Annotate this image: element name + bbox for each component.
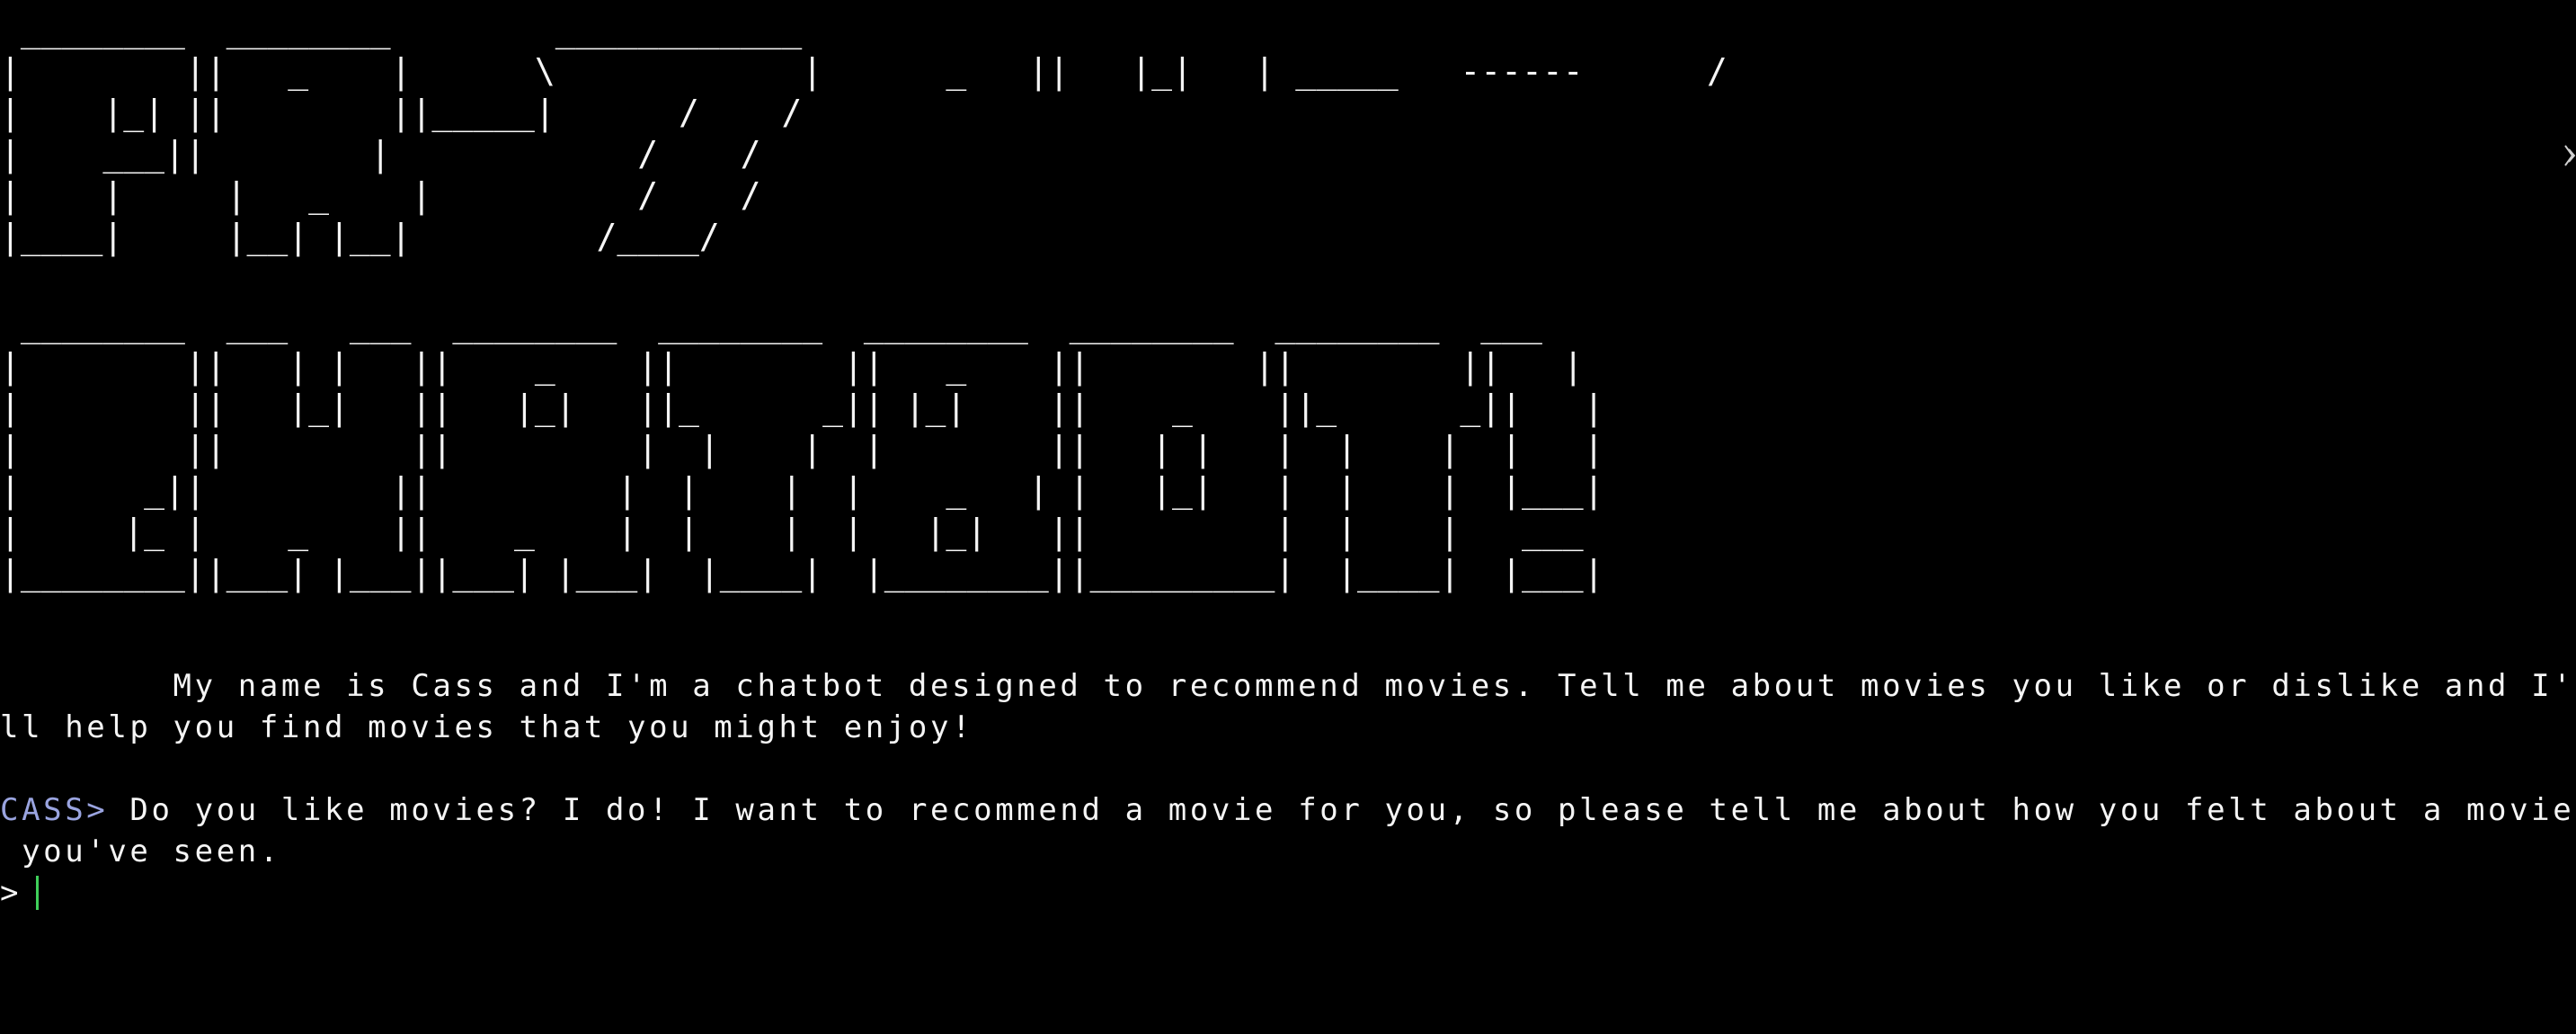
terminal-window[interactable]: ________ ________ ____________ | || _ | … xyxy=(0,0,2576,1034)
intro-text-line-1: My name is Cass and I'm a chatbot design… xyxy=(0,668,2575,704)
bot-message-text: Do you like movies? I do! I want to reco… xyxy=(108,792,2575,828)
text-cursor xyxy=(36,876,40,910)
bot-message-line-1: CASS> Do you like movies? I do! I want t… xyxy=(0,789,2574,831)
ascii-banner-chatbot: ________ ___ ___ ________ ________ _____… xyxy=(0,305,1604,593)
bot-message-line-2: you've seen. xyxy=(0,833,281,869)
intro-text-line-2: ll help you find movies that you might e… xyxy=(0,709,974,745)
input-line[interactable]: > xyxy=(0,872,40,914)
bot-prompt-label: CASS> xyxy=(0,792,109,828)
input-prompt-symbol: > xyxy=(0,875,22,911)
ascii-banner-title: ________ ________ ____________ | || _ | … xyxy=(0,10,1728,256)
resize-handle-icon[interactable] xyxy=(2563,140,2576,171)
